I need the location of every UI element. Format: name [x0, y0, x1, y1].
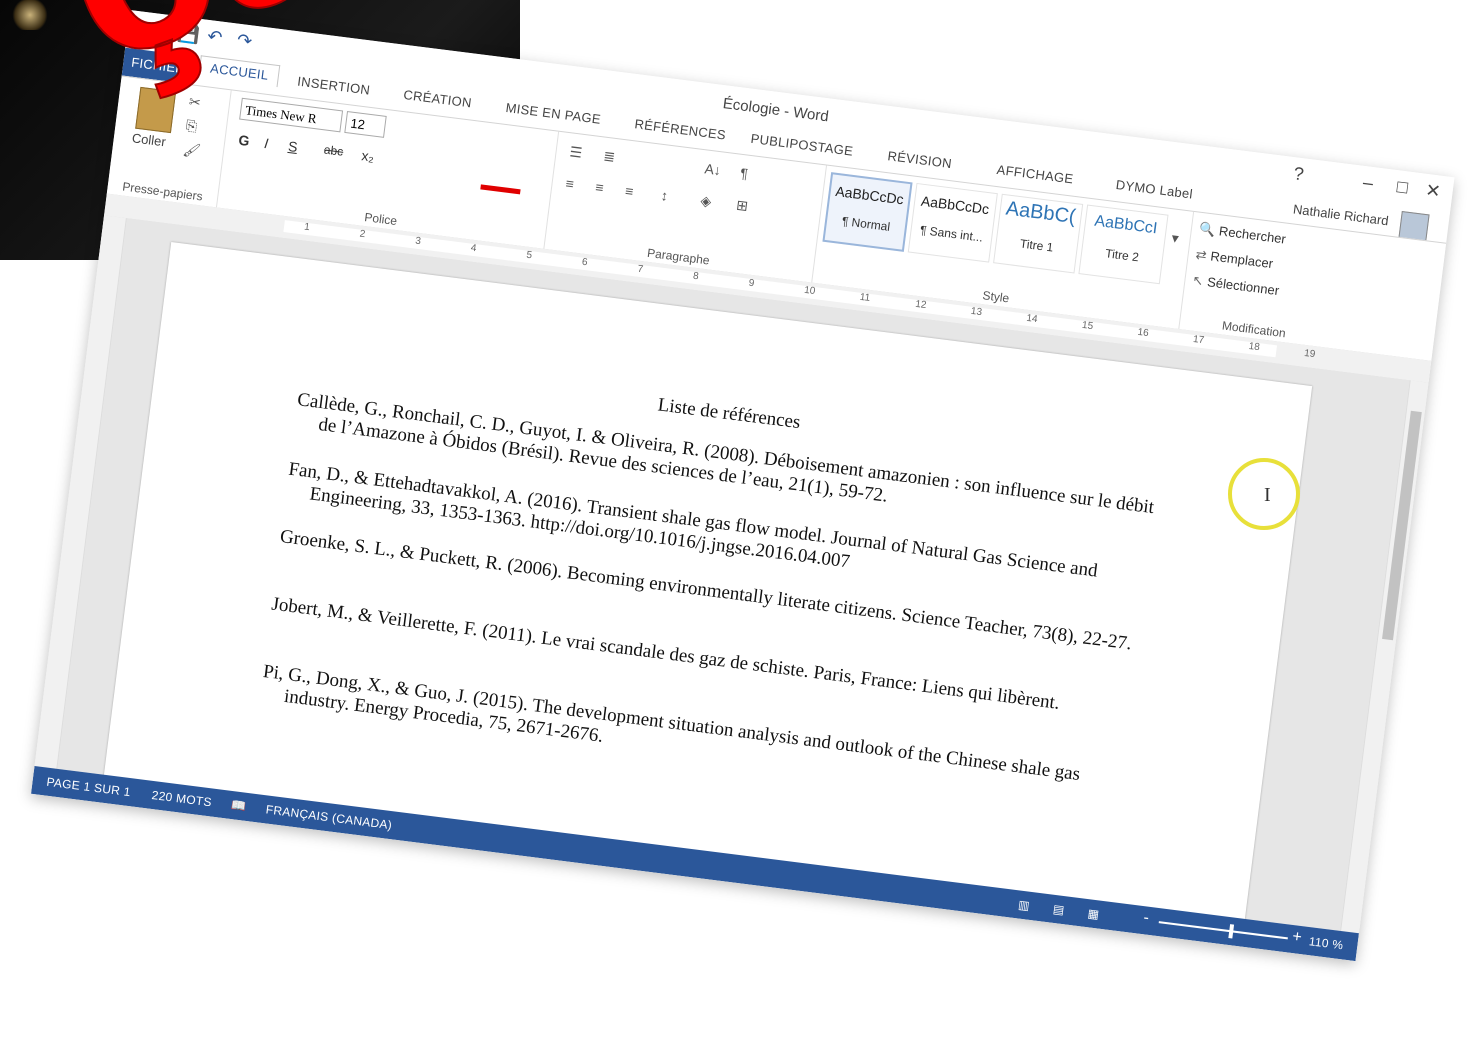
- format-painter-icon[interactable]: 🖌: [182, 141, 202, 160]
- zoom-level[interactable]: 110 %: [1308, 934, 1344, 952]
- ruler-tick: 4: [470, 242, 478, 255]
- document-page[interactable]: Liste de références Callède, G., Ronchai…: [101, 241, 1313, 942]
- ruler-tick: 1: [303, 221, 311, 234]
- shading-icon[interactable]: ◈: [700, 192, 713, 210]
- style-name: Titre 2: [1104, 246, 1140, 265]
- tab-insertion[interactable]: INSERTION: [296, 74, 371, 98]
- sort-icon[interactable]: A↓: [704, 160, 722, 178]
- reference-item: Pi, G., Dong, X., & Guo, J. (2015). The …: [261, 660, 1082, 786]
- bullets-icon[interactable]: ☰: [569, 143, 583, 161]
- minimize-button[interactable]: –: [1362, 172, 1374, 194]
- style-sample: AaBbC(: [1004, 197, 1077, 229]
- ruler-tick: 3: [414, 235, 422, 248]
- proofing-icon[interactable]: 📖: [230, 798, 247, 814]
- style-sample: AaBbCcI: [1093, 212, 1159, 238]
- ruler-tick: 9: [747, 277, 755, 290]
- line-spacing-icon[interactable]: ↕: [660, 187, 669, 204]
- restore-button[interactable]: □: [1396, 176, 1409, 198]
- subscript-button[interactable]: x₂: [361, 147, 375, 164]
- styles-scroll-icon[interactable]: ▾: [1171, 229, 1180, 247]
- zoom-in-button[interactable]: +: [1291, 928, 1303, 947]
- vertical-ruler[interactable]: [34, 215, 127, 769]
- font-name-field[interactable]: Times New R: [239, 97, 344, 133]
- zoom-slider-handle[interactable]: [1228, 924, 1235, 939]
- ruler-tick: 15: [1081, 319, 1094, 333]
- read-mode-icon[interactable]: ▥: [1017, 897, 1030, 912]
- align-right-icon[interactable]: ≡: [595, 179, 605, 196]
- ruler-tick: 18: [1247, 340, 1261, 354]
- screenshot: W 💾 ↶ ↷ Écologie - Word ? – □ ✕ FICHIER …: [0, 0, 1479, 1042]
- style-sample: AaBbCcDc: [920, 192, 991, 218]
- ruler-tick: 12: [914, 298, 928, 312]
- style-sample: AaBbCcDc: [834, 182, 905, 208]
- print-layout-icon[interactable]: ▤: [1052, 902, 1065, 917]
- select-label: Sélectionner: [1206, 274, 1281, 299]
- ruler-tick: 19: [1303, 347, 1316, 361]
- style-normal[interactable]: AaBbCcDc ¶ Normal: [822, 172, 913, 252]
- modification-group: 🔍 Rechercher ⇄ Remplacer ↖ Sélectionner Mod…: [1178, 212, 1342, 348]
- ruler-tick: 8: [692, 270, 700, 283]
- style-name: ¶ Normal: [841, 213, 891, 234]
- zoom-slider[interactable]: [1158, 921, 1288, 940]
- replace-label: Remplacer: [1209, 248, 1274, 272]
- justify-icon[interactable]: ≡: [624, 183, 634, 200]
- style-sans-interligne[interactable]: AaBbCcDc ¶ Sans int...: [907, 182, 998, 263]
- pointer-icon: ↖: [1191, 272, 1205, 289]
- vertical-scrollbar[interactable]: [1340, 380, 1429, 934]
- text-cursor-icon: I: [1264, 484, 1271, 506]
- select-button[interactable]: ↖ Sélectionner: [1191, 272, 1280, 299]
- close-button[interactable]: ✕: [1424, 180, 1441, 203]
- page-count[interactable]: PAGE 1 SUR 1: [46, 775, 132, 800]
- font-color-icon[interactable]: [480, 184, 521, 195]
- ruler-tick: 7: [636, 263, 644, 276]
- ruler-tick: 10: [803, 284, 816, 298]
- ruler-tick: 2: [359, 228, 366, 241]
- ruler-tick: 16: [1136, 326, 1150, 340]
- replace-button[interactable]: ⇄ Remplacer: [1195, 247, 1274, 273]
- word-count[interactable]: 220 MOTS: [151, 788, 213, 809]
- numbering-icon[interactable]: ≣: [602, 148, 616, 166]
- paste-button[interactable]: Coller: [131, 130, 167, 149]
- find-label: Rechercher: [1218, 223, 1287, 247]
- strikethrough-button[interactable]: abc: [323, 142, 344, 158]
- help-button[interactable]: ?: [1292, 163, 1304, 185]
- tab-affichage[interactable]: AFFICHAGE: [996, 162, 1074, 187]
- tab-creation[interactable]: CRÉATION: [403, 87, 473, 110]
- underline-button[interactable]: S: [287, 138, 298, 155]
- font-size-field[interactable]: 12: [344, 111, 387, 138]
- zoom-out-button[interactable]: -: [1142, 909, 1151, 928]
- ruler-tick: 17: [1192, 333, 1205, 347]
- bold-button[interactable]: G: [238, 132, 251, 149]
- style-titre-1[interactable]: AaBbC( Titre 1: [993, 193, 1084, 274]
- copy-icon[interactable]: ⎘: [185, 117, 198, 135]
- ruler-tick: 6: [581, 256, 589, 269]
- ruler-tick: 11: [859, 291, 871, 304]
- replace-icon: ⇄: [1194, 246, 1208, 263]
- style-titre-2[interactable]: AaBbCcI Titre 2: [1078, 204, 1169, 285]
- style-name: Titre 1: [1019, 236, 1055, 255]
- web-layout-icon[interactable]: ▦: [1087, 906, 1100, 921]
- scrollbar-thumb[interactable]: [1382, 410, 1422, 641]
- binoculars-icon: 🔍: [1198, 220, 1217, 238]
- light-sparkle: [10, 0, 50, 30]
- italic-button[interactable]: I: [263, 135, 269, 151]
- find-button[interactable]: 🔍 Rechercher: [1198, 221, 1287, 248]
- style-name: ¶ Sans int...: [919, 222, 984, 245]
- ruler-tick: 14: [1025, 312, 1039, 326]
- align-center-icon[interactable]: ≡: [565, 175, 575, 192]
- document-title: Écologie - Word: [721, 95, 830, 126]
- ruler-tick: 5: [525, 249, 533, 262]
- tab-dymo-label[interactable]: DYMO Label: [1115, 177, 1194, 202]
- borders-icon[interactable]: ⊞: [735, 197, 749, 215]
- pilcrow-icon[interactable]: ¶: [739, 165, 748, 182]
- ruler-tick: 13: [970, 305, 983, 319]
- tab-revision[interactable]: RÉVISION: [887, 148, 953, 171]
- cut-icon[interactable]: ✂: [188, 93, 202, 111]
